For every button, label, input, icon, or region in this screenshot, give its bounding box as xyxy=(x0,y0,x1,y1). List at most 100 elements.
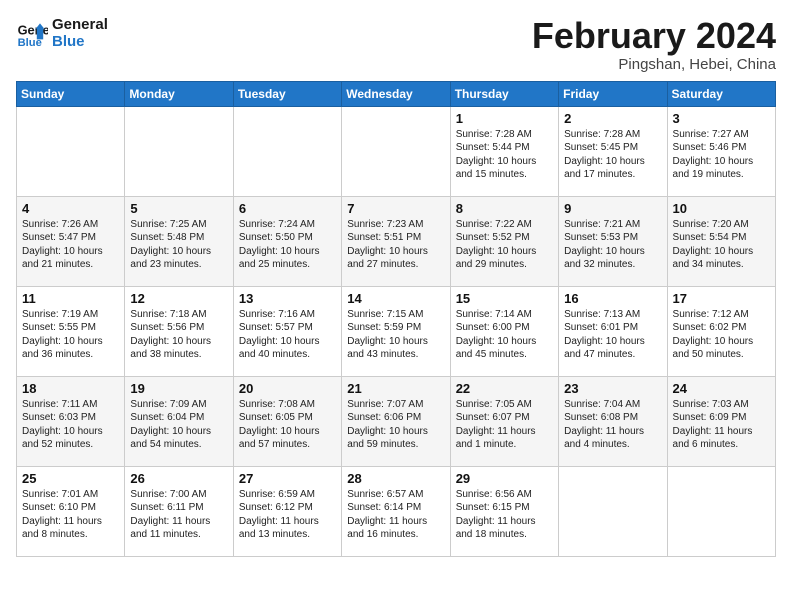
calendar-cell: 29 Sunrise: 6:56 AM Sunset: 6:15 PM Dayli… xyxy=(450,466,558,556)
calendar-cell: 10Sunrise: 7:20 AM Sunset: 5:54 PM Dayli… xyxy=(667,196,775,286)
day-number: 29 xyxy=(456,471,553,486)
day-info: Sunrise: 7:15 AM Sunset: 5:59 PM Dayligh… xyxy=(347,308,444,362)
day-info: Sunrise: 6:56 AM Sunset: 6:15 PM Dayligh… xyxy=(456,488,553,542)
calendar-cell: 23 Sunrise: 7:04 AM Sunset: 6:08 PM Dayli… xyxy=(559,376,667,466)
day-number: 15 xyxy=(456,291,553,306)
calendar-cell xyxy=(559,466,667,556)
day-number: 9 xyxy=(564,201,661,216)
day-info: Sunrise: 7:27 AM Sunset: 5:46 PM Dayligh… xyxy=(673,128,770,182)
weekday-header: Friday xyxy=(559,81,667,106)
calendar-table: SundayMondayTuesdayWednesdayThursdayFrid… xyxy=(16,81,776,557)
weekday-header: Wednesday xyxy=(342,81,450,106)
day-number: 19 xyxy=(130,381,227,396)
day-number: 17 xyxy=(673,291,770,306)
weekday-header: Tuesday xyxy=(233,81,341,106)
day-info: Sunrise: 7:21 AM Sunset: 5:53 PM Dayligh… xyxy=(564,218,661,272)
month-year-title: February 2024 xyxy=(532,16,776,56)
day-info: Sunrise: 7:11 AM Sunset: 6:03 PM Dayligh… xyxy=(22,398,119,452)
calendar-cell xyxy=(342,106,450,196)
logo: General Blue General Blue xyxy=(16,16,108,50)
calendar-cell: 4 Sunrise: 7:26 AM Sunset: 5:47 PM Daylig… xyxy=(17,196,125,286)
calendar-cell: 15 Sunrise: 7:14 AM Sunset: 6:00 PM Dayli… xyxy=(450,286,558,376)
day-info: Sunrise: 7:26 AM Sunset: 5:47 PM Dayligh… xyxy=(22,218,119,272)
day-number: 26 xyxy=(130,471,227,486)
day-info: Sunrise: 7:22 AM Sunset: 5:52 PM Dayligh… xyxy=(456,218,553,272)
page-header: General Blue General Blue February 2024 … xyxy=(16,16,776,73)
day-number: 12 xyxy=(130,291,227,306)
calendar-cell: 18 Sunrise: 7:11 AM Sunset: 6:03 PM Dayli… xyxy=(17,376,125,466)
day-number: 18 xyxy=(22,381,119,396)
calendar-cell: 16Sunrise: 7:13 AM Sunset: 6:01 PM Dayli… xyxy=(559,286,667,376)
calendar-cell: 9 Sunrise: 7:21 AM Sunset: 5:53 PM Daylig… xyxy=(559,196,667,286)
day-number: 23 xyxy=(564,381,661,396)
calendar-week-row: 25 Sunrise: 7:01 AM Sunset: 6:10 PM Dayli… xyxy=(17,466,776,556)
calendar-cell: 5 Sunrise: 7:25 AM Sunset: 5:48 PM Daylig… xyxy=(125,196,233,286)
day-number: 7 xyxy=(347,201,444,216)
day-info: Sunrise: 7:25 AM Sunset: 5:48 PM Dayligh… xyxy=(130,218,227,272)
calendar-cell: 2 Sunrise: 7:28 AM Sunset: 5:45 PM Daylig… xyxy=(559,106,667,196)
day-info: Sunrise: 7:14 AM Sunset: 6:00 PM Dayligh… xyxy=(456,308,553,362)
day-number: 20 xyxy=(239,381,336,396)
calendar-cell: 22 Sunrise: 7:05 AM Sunset: 6:07 PM Dayli… xyxy=(450,376,558,466)
day-number: 4 xyxy=(22,201,119,216)
day-number: 21 xyxy=(347,381,444,396)
day-info: Sunrise: 7:23 AM Sunset: 5:51 PM Dayligh… xyxy=(347,218,444,272)
calendar-cell: 7 Sunrise: 7:23 AM Sunset: 5:51 PM Daylig… xyxy=(342,196,450,286)
calendar-cell: 27Sunrise: 6:59 AM Sunset: 6:12 PM Dayli… xyxy=(233,466,341,556)
calendar-cell: 17Sunrise: 7:12 AM Sunset: 6:02 PM Dayli… xyxy=(667,286,775,376)
calendar-week-row: 4 Sunrise: 7:26 AM Sunset: 5:47 PM Daylig… xyxy=(17,196,776,286)
weekday-header: Saturday xyxy=(667,81,775,106)
calendar-cell: 21 Sunrise: 7:07 AM Sunset: 6:06 PM Dayli… xyxy=(342,376,450,466)
weekday-header-row: SundayMondayTuesdayWednesdayThursdayFrid… xyxy=(17,81,776,106)
calendar-cell: 13 Sunrise: 7:16 AM Sunset: 5:57 PM Dayli… xyxy=(233,286,341,376)
day-info: Sunrise: 7:18 AM Sunset: 5:56 PM Dayligh… xyxy=(130,308,227,362)
calendar-cell: 14 Sunrise: 7:15 AM Sunset: 5:59 PM Dayli… xyxy=(342,286,450,376)
calendar-cell xyxy=(125,106,233,196)
calendar-cell: 1 Sunrise: 7:28 AM Sunset: 5:44 PM Daylig… xyxy=(450,106,558,196)
day-number: 25 xyxy=(22,471,119,486)
day-info: Sunrise: 7:09 AM Sunset: 6:04 PM Dayligh… xyxy=(130,398,227,452)
day-number: 27 xyxy=(239,471,336,486)
day-info: Sunrise: 7:04 AM Sunset: 6:08 PM Dayligh… xyxy=(564,398,661,452)
calendar-cell: 3 Sunrise: 7:27 AM Sunset: 5:46 PM Daylig… xyxy=(667,106,775,196)
day-info: Sunrise: 7:19 AM Sunset: 5:55 PM Dayligh… xyxy=(22,308,119,362)
day-number: 6 xyxy=(239,201,336,216)
weekday-header: Sunday xyxy=(17,81,125,106)
calendar-cell xyxy=(233,106,341,196)
calendar-cell: 24 Sunrise: 7:03 AM Sunset: 6:09 PM Dayli… xyxy=(667,376,775,466)
day-info: Sunrise: 7:13 AM Sunset: 6:01 PM Dayligh… xyxy=(564,308,661,362)
day-number: 22 xyxy=(456,381,553,396)
day-info: Sunrise: 7:08 AM Sunset: 6:05 PM Dayligh… xyxy=(239,398,336,452)
day-number: 8 xyxy=(456,201,553,216)
day-number: 24 xyxy=(673,381,770,396)
day-number: 14 xyxy=(347,291,444,306)
calendar-cell: 19 Sunrise: 7:09 AM Sunset: 6:04 PM Dayli… xyxy=(125,376,233,466)
calendar-week-row: 11 Sunrise: 7:19 AM Sunset: 5:55 PM Dayli… xyxy=(17,286,776,376)
day-info: Sunrise: 7:28 AM Sunset: 5:45 PM Dayligh… xyxy=(564,128,661,182)
calendar-week-row: 18 Sunrise: 7:11 AM Sunset: 6:03 PM Dayli… xyxy=(17,376,776,466)
calendar-week-row: 1 Sunrise: 7:28 AM Sunset: 5:44 PM Daylig… xyxy=(17,106,776,196)
day-number: 13 xyxy=(239,291,336,306)
day-info: Sunrise: 7:24 AM Sunset: 5:50 PM Dayligh… xyxy=(239,218,336,272)
weekday-header: Thursday xyxy=(450,81,558,106)
day-info: Sunrise: 7:07 AM Sunset: 6:06 PM Dayligh… xyxy=(347,398,444,452)
day-number: 11 xyxy=(22,291,119,306)
day-info: Sunrise: 7:03 AM Sunset: 6:09 PM Dayligh… xyxy=(673,398,770,452)
day-number: 2 xyxy=(564,111,661,126)
calendar-cell xyxy=(667,466,775,556)
title-block: February 2024 Pingshan, Hebei, China xyxy=(532,16,776,73)
logo-general: General xyxy=(52,16,108,33)
day-info: Sunrise: 7:28 AM Sunset: 5:44 PM Dayligh… xyxy=(456,128,553,182)
day-info: Sunrise: 7:20 AM Sunset: 5:54 PM Dayligh… xyxy=(673,218,770,272)
day-info: Sunrise: 7:16 AM Sunset: 5:57 PM Dayligh… xyxy=(239,308,336,362)
day-number: 5 xyxy=(130,201,227,216)
day-number: 3 xyxy=(673,111,770,126)
day-info: Sunrise: 7:01 AM Sunset: 6:10 PM Dayligh… xyxy=(22,488,119,542)
day-info: Sunrise: 7:05 AM Sunset: 6:07 PM Dayligh… xyxy=(456,398,553,452)
day-number: 1 xyxy=(456,111,553,126)
day-info: Sunrise: 7:00 AM Sunset: 6:11 PM Dayligh… xyxy=(130,488,227,542)
calendar-cell: 12 Sunrise: 7:18 AM Sunset: 5:56 PM Dayli… xyxy=(125,286,233,376)
calendar-cell: 25 Sunrise: 7:01 AM Sunset: 6:10 PM Dayli… xyxy=(17,466,125,556)
day-info: Sunrise: 6:57 AM Sunset: 6:14 PM Dayligh… xyxy=(347,488,444,542)
logo-icon: General Blue xyxy=(16,17,48,49)
